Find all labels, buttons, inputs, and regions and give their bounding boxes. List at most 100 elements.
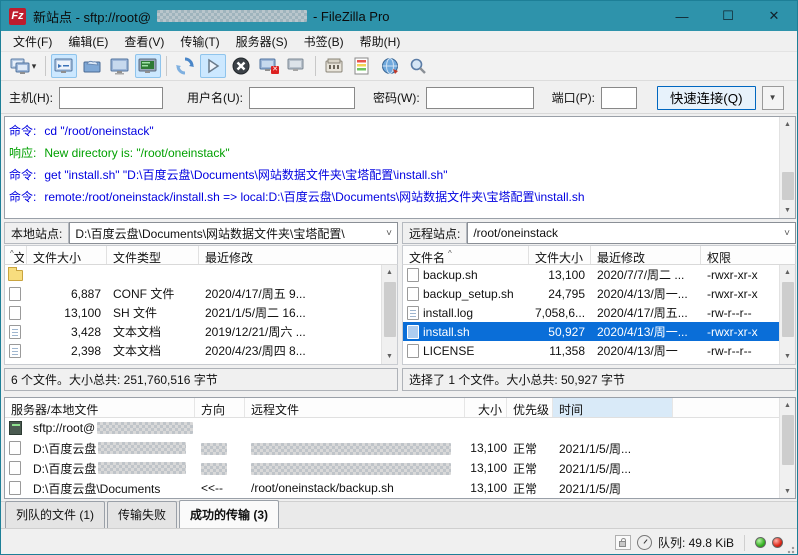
scroll-down-icon[interactable]: ▼ bbox=[780, 484, 795, 499]
local-status-text: 6 个文件。大小总共: 251,760,516 字节 bbox=[4, 368, 398, 391]
column-header-size[interactable]: 文件大小 bbox=[529, 246, 591, 264]
column-header-spacer bbox=[673, 398, 795, 417]
menu-view[interactable]: 查看(V) bbox=[116, 31, 172, 52]
queue-transfer-row[interactable]: D:\百度云盘 13,100 正常 2021/1/5/周... bbox=[5, 458, 795, 478]
column-header-remote-file[interactable]: 远程文件 bbox=[245, 398, 465, 417]
queue-scrollbar[interactable]: ▲ ▼ bbox=[779, 398, 795, 499]
file-icon bbox=[9, 461, 21, 475]
tab-queued-files[interactable]: 列队的文件 (1) bbox=[5, 501, 105, 528]
remote-list-scrollbar[interactable]: ▲ ▼ bbox=[779, 265, 795, 364]
local-file-row[interactable]: 13,100 SH 文件 2021/1/5/周二 16... bbox=[5, 303, 397, 322]
column-header-local-file[interactable]: 服务器/本地文件 bbox=[5, 398, 195, 417]
column-header-name[interactable]: 文件名^ bbox=[403, 246, 529, 264]
host-input[interactable] bbox=[59, 87, 163, 109]
column-header-modified[interactable]: 最近修改 bbox=[591, 246, 701, 264]
refresh-button[interactable] bbox=[172, 54, 198, 78]
local-file-row[interactable]: 6,887 CONF 文件 2020/4/17/周五 9... bbox=[5, 284, 397, 303]
row-icon-cell bbox=[403, 325, 423, 339]
filter-button[interactable] bbox=[321, 54, 347, 78]
log-line-type: 命令: bbox=[9, 124, 36, 138]
toggle-local-tree-button[interactable] bbox=[79, 54, 105, 78]
column-header-perms[interactable]: 权限 bbox=[701, 246, 795, 264]
row-icon-cell bbox=[403, 287, 423, 301]
remote-path-combobox[interactable]: /root/oneinstack ˅ bbox=[467, 222, 796, 244]
search-files-button[interactable] bbox=[405, 54, 431, 78]
scroll-down-icon[interactable]: ▼ bbox=[780, 349, 795, 364]
scrollbar-thumb[interactable] bbox=[782, 282, 794, 337]
remote-file-row[interactable]: LICENSE 11,358 2020/4/13/周一 -rw-r--r-- bbox=[403, 341, 795, 360]
local-file-cell: D:\百度云盘 bbox=[27, 460, 195, 477]
remote-file-cell bbox=[245, 461, 465, 475]
remote-file-row[interactable]: backup_setup.sh 24,795 2020/4/13/周一... -… bbox=[403, 284, 795, 303]
log-line: 响应:New directory is: "/root/oneinstack" bbox=[5, 139, 795, 161]
speed-limit-icon[interactable] bbox=[637, 535, 652, 550]
site-manager-icon bbox=[10, 58, 30, 75]
cancel-operation-button[interactable] bbox=[228, 54, 254, 78]
remote-file-row[interactable]: install.log 7,058,6... 2020/4/17/周五... -… bbox=[403, 303, 795, 322]
menu-file[interactable]: 文件(F) bbox=[5, 31, 60, 52]
local-file-row[interactable]: 2,398 文本文档 2020/4/23/周四 8... bbox=[5, 341, 397, 360]
scrollbar-thumb[interactable] bbox=[782, 172, 794, 200]
stop-icon bbox=[232, 57, 250, 75]
synchronized-browsing-button[interactable] bbox=[377, 54, 403, 78]
remote-file-row-selected[interactable]: install.sh 50,927 2020/4/13/周一... -rwxr-… bbox=[403, 322, 795, 341]
quickconnect-dropdown-button[interactable]: ▼ bbox=[762, 86, 784, 110]
column-header-size[interactable]: 大小 bbox=[465, 398, 507, 417]
port-input[interactable] bbox=[601, 87, 637, 109]
maximize-button[interactable]: ☐ bbox=[705, 1, 751, 31]
tab-successful-transfers[interactable]: 成功的传输 (3) bbox=[179, 500, 279, 528]
disconnect-button[interactable]: ✕ bbox=[256, 54, 282, 78]
row-icon-cell bbox=[5, 344, 27, 358]
quickconnect-button[interactable]: 快速连接(Q) bbox=[657, 86, 756, 110]
username-input[interactable] bbox=[249, 87, 355, 109]
resize-grip[interactable] bbox=[785, 544, 795, 554]
column-header-type[interactable]: 文件类型 bbox=[107, 246, 199, 264]
column-header-modified[interactable]: 最近修改 bbox=[199, 246, 397, 264]
toggle-log-view-button[interactable] bbox=[51, 54, 77, 78]
transfer-priority: 正常 bbox=[507, 440, 553, 457]
scrollbar-thumb[interactable] bbox=[782, 415, 794, 465]
site-manager-dropdown-icon[interactable]: ▾ bbox=[32, 61, 37, 72]
menu-transfer[interactable]: 传输(T) bbox=[172, 31, 227, 52]
chevron-down-icon[interactable]: ˅ bbox=[779, 228, 795, 239]
directory-comparison-button[interactable] bbox=[349, 54, 375, 78]
queue-transfer-row[interactable]: D:\百度云盘\Documents <<-- /root/oneinstack/… bbox=[5, 478, 795, 498]
close-button[interactable]: ✕ bbox=[751, 1, 797, 31]
local-file-row[interactable] bbox=[5, 265, 397, 284]
local-list-scrollbar[interactable]: ▲ ▼ bbox=[381, 265, 397, 364]
scroll-up-icon[interactable]: ▲ bbox=[780, 265, 795, 280]
reconnect-button[interactable] bbox=[284, 54, 310, 78]
chevron-down-icon[interactable]: ˅ bbox=[381, 228, 397, 239]
tab-failed-transfers[interactable]: 传输失败 bbox=[107, 501, 177, 528]
scroll-up-icon[interactable]: ▲ bbox=[382, 265, 397, 280]
log-scrollbar[interactable]: ▲ ▼ bbox=[779, 117, 795, 218]
scroll-down-icon[interactable]: ▼ bbox=[382, 349, 397, 364]
scroll-up-icon[interactable]: ▲ bbox=[780, 398, 795, 413]
scroll-up-icon[interactable]: ▲ bbox=[780, 117, 795, 132]
toggle-remote-tree-button[interactable] bbox=[107, 54, 133, 78]
menu-edit[interactable]: 编辑(E) bbox=[60, 31, 116, 52]
menu-bookmarks[interactable]: 书签(B) bbox=[296, 31, 352, 52]
site-manager-button[interactable]: ▾ bbox=[6, 54, 40, 78]
remote-file-row[interactable]: backup.sh 13,100 2020/7/7/周二 ... -rwxr-x… bbox=[403, 265, 795, 284]
log-view-icon bbox=[54, 58, 74, 75]
column-header-direction[interactable]: 方向 bbox=[195, 398, 245, 417]
queue-transfer-row[interactable]: D:\百度云盘 13,100 正常 2021/1/5/周... bbox=[5, 438, 795, 458]
queue-server-row[interactable]: sftp://root@ bbox=[5, 418, 795, 438]
column-header-name[interactable]: ^文件名 bbox=[5, 246, 27, 264]
column-header-priority[interactable]: 优先级 bbox=[507, 398, 553, 417]
column-header-size[interactable]: 文件大小 bbox=[27, 246, 107, 264]
scrollbar-thumb[interactable] bbox=[384, 282, 396, 337]
menu-help[interactable]: 帮助(H) bbox=[352, 31, 409, 52]
process-queue-button[interactable] bbox=[200, 54, 226, 78]
minimize-button[interactable]: — bbox=[659, 1, 705, 31]
column-header-time[interactable]: 时间 bbox=[553, 398, 673, 417]
password-input[interactable] bbox=[426, 87, 534, 109]
scroll-down-icon[interactable]: ▼ bbox=[780, 203, 795, 218]
queue-view-icon bbox=[138, 58, 158, 75]
menu-server[interactable]: 服务器(S) bbox=[228, 31, 296, 52]
log-line-text: New directory is: "/root/oneinstack" bbox=[44, 146, 229, 160]
local-path-combobox[interactable]: D:\百度云盘\Documents\网站数据文件夹\宝塔配置\ ˅ bbox=[69, 222, 398, 244]
local-file-row[interactable]: 3,428 文本文档 2019/12/21/周六 ... bbox=[5, 322, 397, 341]
toggle-queue-view-button[interactable] bbox=[135, 54, 161, 78]
